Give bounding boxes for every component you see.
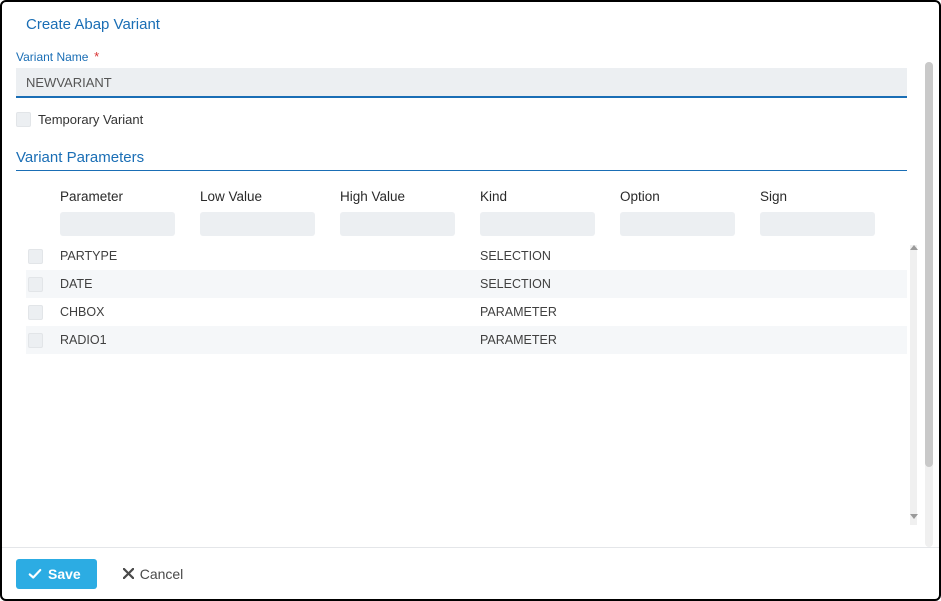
dialog-scrollbar[interactable] bbox=[925, 62, 933, 547]
variant-name-label: Variant Name bbox=[16, 50, 88, 64]
cell-kind: SELECTION bbox=[480, 249, 620, 263]
save-button[interactable]: Save bbox=[16, 559, 97, 589]
cell-parameter: RADIO1 bbox=[60, 333, 200, 347]
col-low-header: Low Value bbox=[200, 183, 340, 210]
filter-high[interactable] bbox=[340, 212, 455, 236]
filter-parameter[interactable] bbox=[60, 212, 175, 236]
filter-kind[interactable] bbox=[480, 212, 595, 236]
row-checkbox[interactable] bbox=[28, 305, 43, 320]
cancel-button[interactable]: Cancel bbox=[115, 560, 192, 588]
save-button-label: Save bbox=[48, 566, 81, 582]
cell-parameter: CHBOX bbox=[60, 305, 200, 319]
row-checkbox[interactable] bbox=[28, 277, 43, 292]
table-scrollbar[interactable] bbox=[910, 245, 917, 525]
table-row[interactable]: CHBOX PARAMETER bbox=[26, 298, 907, 326]
variant-parameters-header: Variant Parameters bbox=[16, 149, 907, 171]
temporary-variant-label: Temporary Variant bbox=[38, 112, 143, 127]
table-row[interactable]: RADIO1 PARAMETER bbox=[26, 326, 907, 354]
scroll-down-icon[interactable] bbox=[910, 514, 918, 519]
cell-kind: SELECTION bbox=[480, 277, 620, 291]
temporary-variant-checkbox[interactable] bbox=[16, 112, 31, 127]
scroll-up-icon[interactable] bbox=[910, 245, 918, 250]
close-icon bbox=[123, 568, 134, 579]
col-high-header: High Value bbox=[340, 183, 480, 210]
cancel-button-label: Cancel bbox=[140, 566, 184, 582]
scroll-track[interactable] bbox=[910, 252, 917, 512]
parameters-table: Parameter Low Value High Value Kind Opti… bbox=[26, 183, 907, 354]
dialog-footer: Save Cancel bbox=[2, 547, 939, 599]
col-kind-header: Kind bbox=[480, 183, 620, 210]
check-icon bbox=[28, 567, 42, 581]
col-sign-header: Sign bbox=[760, 183, 900, 210]
table-header-row: Parameter Low Value High Value Kind Opti… bbox=[26, 183, 907, 210]
variant-name-input[interactable] bbox=[16, 68, 907, 98]
row-checkbox[interactable] bbox=[28, 249, 43, 264]
filter-sign[interactable] bbox=[760, 212, 875, 236]
required-indicator: * bbox=[94, 49, 99, 64]
table-row[interactable]: PARTYPE SELECTION bbox=[26, 242, 907, 270]
dialog-title: Create Abap Variant bbox=[4, 4, 919, 33]
filter-low[interactable] bbox=[200, 212, 315, 236]
cell-kind: PARAMETER bbox=[480, 305, 620, 319]
temporary-variant-row: Temporary Variant bbox=[4, 98, 919, 127]
col-option-header: Option bbox=[620, 183, 760, 210]
cell-parameter: PARTYPE bbox=[60, 249, 200, 263]
filter-option[interactable] bbox=[620, 212, 735, 236]
row-checkbox[interactable] bbox=[28, 333, 43, 348]
cell-kind: PARAMETER bbox=[480, 333, 620, 347]
table-row[interactable]: DATE SELECTION bbox=[26, 270, 907, 298]
dialog-body: Create Abap Variant Variant Name * Tempo… bbox=[4, 4, 919, 544]
dialog-scrollbar-thumb[interactable] bbox=[925, 62, 933, 467]
table-filter-row bbox=[26, 212, 907, 236]
variant-name-field: Variant Name * bbox=[4, 33, 919, 98]
variant-name-label-row: Variant Name * bbox=[16, 49, 907, 68]
col-parameter-header: Parameter bbox=[60, 183, 200, 210]
cell-parameter: DATE bbox=[60, 277, 200, 291]
